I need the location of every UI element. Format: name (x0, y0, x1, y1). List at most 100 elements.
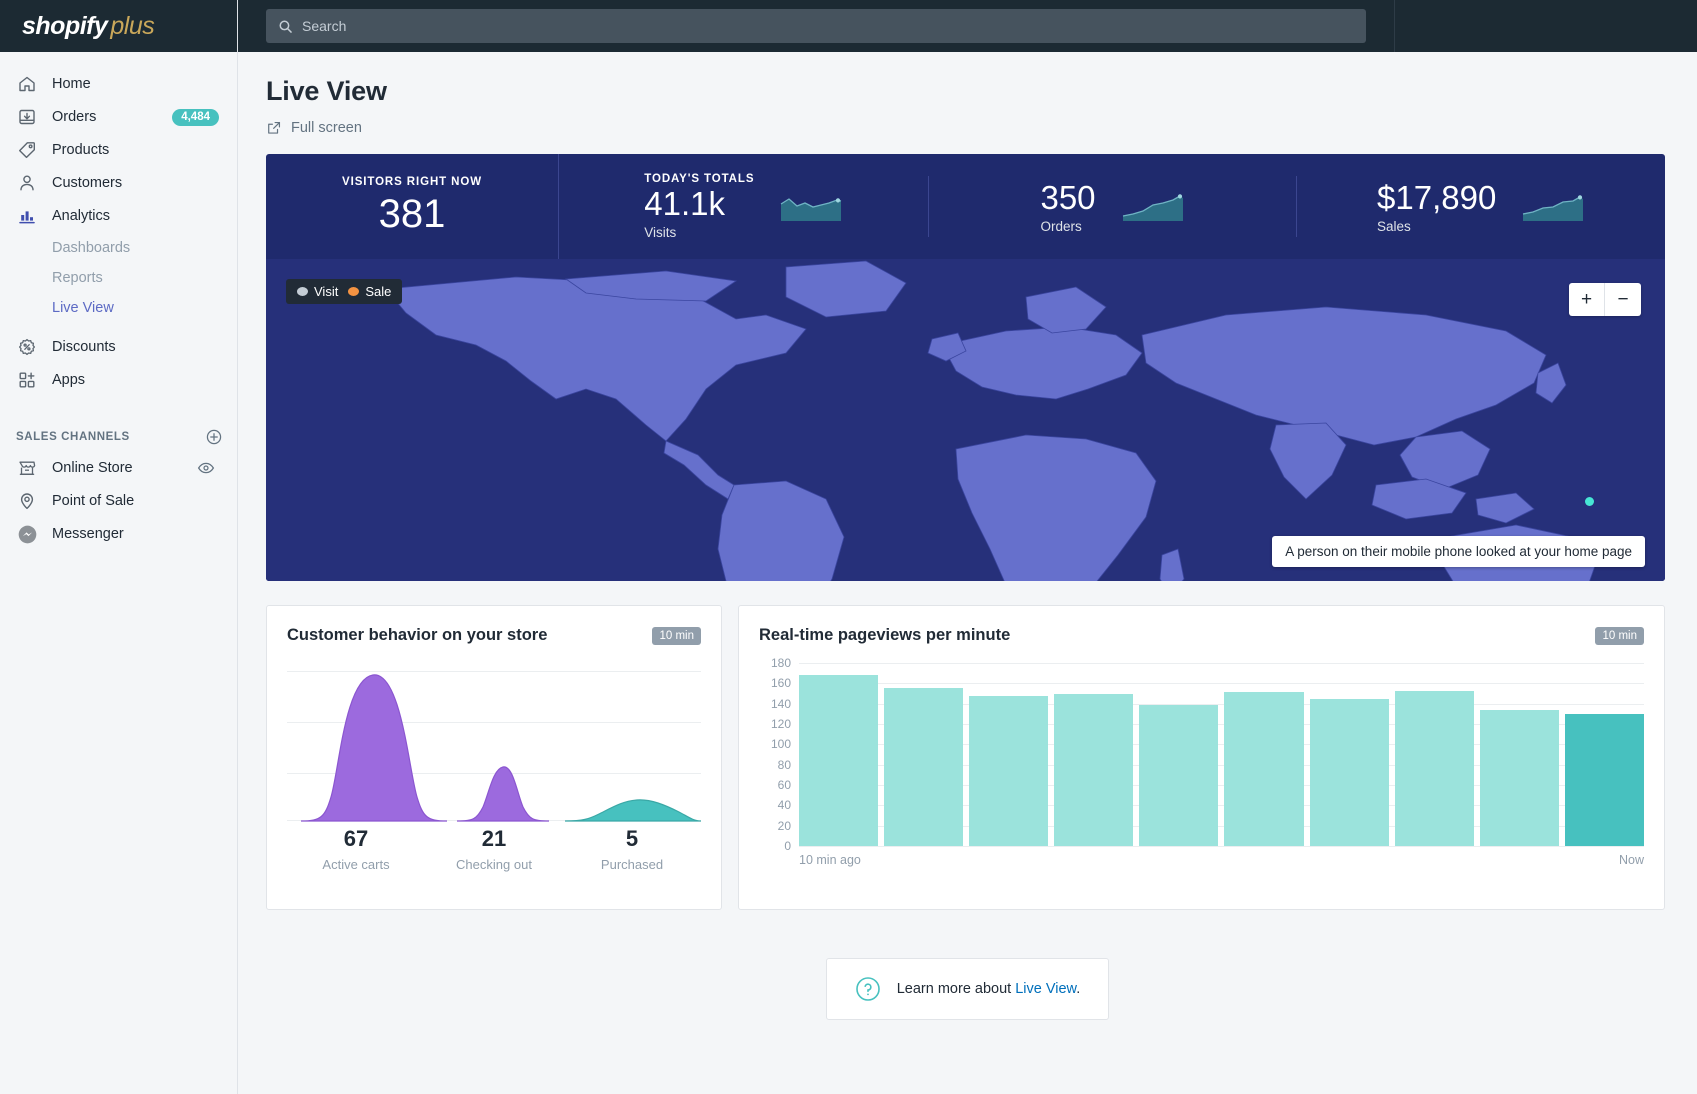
sidebar-subitem-reports[interactable]: Reports (8, 263, 229, 293)
pageviews-bar[interactable] (884, 688, 963, 846)
stat-label: Visits (644, 225, 676, 240)
stat-value: 41.1k (644, 187, 725, 222)
live-view-card: VISITORS RIGHT NOW 381 TODAY'S TOTALS 41… (266, 154, 1665, 581)
sidebar-item-label: Discounts (52, 339, 116, 355)
discount-icon (16, 336, 38, 358)
pageviews-bar[interactable] (969, 696, 1048, 846)
map-zoom-controls[interactable]: + − (1569, 283, 1641, 316)
pageviews-header: Real-time pageviews per minute 10 min (739, 606, 1664, 645)
stats-band: VISITORS RIGHT NOW 381 TODAY'S TOTALS 41… (266, 154, 1665, 259)
pageviews-chart: 180160140120100806040200 10 min ago Now (757, 663, 1644, 863)
pageviews-bar[interactable] (1224, 692, 1303, 846)
pageviews-bar[interactable] (799, 675, 878, 846)
pageviews-bar[interactable] (1139, 705, 1218, 846)
pageviews-bar[interactable] (1480, 710, 1559, 846)
live-view-link[interactable]: Live View (1015, 981, 1076, 997)
add-channel-icon[interactable] (205, 428, 223, 446)
store-icon (16, 457, 38, 479)
behavior-stat-label: Purchased (563, 857, 701, 872)
todays-totals-caption: TODAY'S TOTALS (644, 173, 754, 185)
sidebar-item-apps[interactable]: Apps (8, 364, 229, 396)
footer: Learn more about Live View. (266, 958, 1669, 1020)
behavior-stat-value: 67 (287, 826, 425, 852)
orders-badge: 4,484 (172, 109, 219, 126)
pageviews-bar[interactable] (1310, 699, 1389, 846)
customer-behavior-header: Customer behavior on your store 10 min (267, 606, 721, 645)
bar-chart-icon (16, 205, 38, 227)
zoom-in-button[interactable]: + (1569, 283, 1605, 316)
customer-behavior-card: Customer behavior on your store 10 min (266, 605, 722, 910)
sidebar-subitem-dashboards[interactable]: Dashboards (8, 233, 229, 263)
bottom-cards: Customer behavior on your store 10 min (266, 605, 1669, 910)
stat-orders: 350 Orders (928, 154, 1297, 259)
full-screen-button[interactable]: Full screen (266, 120, 1669, 136)
sidebar-item-online-store[interactable]: Online Store (8, 452, 229, 484)
y-axis-tick-label: 0 (784, 839, 791, 853)
y-axis-tick-label: 100 (771, 737, 791, 751)
legend-item-visit: Visit (297, 284, 338, 299)
behavior-area-graphic (287, 667, 703, 822)
visit-dot-icon (297, 287, 308, 296)
map-legend: Visit Sale (286, 279, 402, 304)
pageviews-bar[interactable] (1565, 714, 1644, 846)
location-pin-icon (16, 490, 38, 512)
card-title: Real-time pageviews per minute (759, 626, 1010, 645)
sidebar-item-discounts[interactable]: Discounts (8, 331, 229, 363)
sidebar-item-label: Home (52, 76, 91, 92)
sidebar-item-analytics[interactable]: Analytics (8, 200, 229, 232)
learn-more-banner: Learn more about Live View. (826, 958, 1110, 1020)
top-bar (238, 0, 1697, 52)
x-axis-end-label: Now (1619, 853, 1644, 867)
visitors-right-now: VISITORS RIGHT NOW 381 (266, 154, 559, 259)
behavior-stat-value: 21 (425, 826, 563, 852)
stat-sales: $17,890 Sales (1296, 154, 1665, 259)
sidebar-item-customers[interactable]: Customers (8, 167, 229, 199)
brand-suffix: plus (110, 12, 154, 41)
sidebar-item-orders[interactable]: Orders 4,484 (8, 101, 229, 133)
behavior-stat-label: Active carts (287, 857, 425, 872)
zoom-out-button[interactable]: − (1605, 283, 1641, 316)
y-axis-tick-label: 60 (778, 778, 791, 792)
sidebar-item-label: Messenger (52, 526, 124, 542)
search-icon (278, 19, 293, 34)
pageviews-card: Real-time pageviews per minute 10 min 18… (738, 605, 1665, 910)
sidebar-item-label: Analytics (52, 208, 110, 224)
y-axis-tick-label: 120 (771, 717, 791, 731)
legend-label: Sale (365, 284, 391, 299)
messenger-icon (16, 523, 38, 545)
pageviews-bar[interactable] (1054, 694, 1133, 847)
main-content: Live View Full screen VISITORS RIGHT NOW (238, 0, 1697, 1094)
customer-behavior-chart (287, 667, 701, 822)
sidebar-item-label: Customers (52, 175, 122, 191)
stat-label: Sales (1377, 219, 1411, 234)
sidebar-item-label: Products (52, 142, 109, 158)
orders-icon (16, 106, 38, 128)
search-bar[interactable] (266, 9, 1366, 43)
top-bar-right-region (1394, 0, 1697, 52)
eye-icon[interactable] (197, 459, 215, 477)
legend-item-sale: Sale (348, 284, 391, 299)
live-map[interactable]: Visit Sale + − A person on their mobile … (266, 259, 1665, 581)
sidebar-item-label: Point of Sale (52, 493, 134, 509)
sidebar-item-products[interactable]: Products (8, 134, 229, 166)
learn-more-text: Learn more about Live View. (897, 981, 1081, 997)
search-input[interactable] (302, 18, 1354, 34)
sidebar-item-label: Apps (52, 372, 85, 388)
sidebar-item-messenger[interactable]: Messenger (8, 518, 229, 550)
pageviews-x-axis: 10 min ago Now (799, 853, 1644, 867)
x-axis-start-label: 10 min ago (799, 853, 861, 867)
brand-logo[interactable]: shopify plus (0, 0, 237, 52)
y-axis-tick-label: 180 (771, 656, 791, 670)
map-activity-tooltip: A person on their mobile phone looked at… (1272, 536, 1645, 567)
sidebar-subitem-label: Dashboards (52, 240, 130, 256)
y-axis-tick-label: 40 (778, 798, 791, 812)
customer-behavior-stats: 67 Active carts 21 Checking out 5 Purcha… (287, 826, 701, 872)
map-activity-pin (1585, 497, 1594, 506)
pageviews-bar[interactable] (1395, 691, 1474, 846)
sidebar-item-point-of-sale[interactable]: Point of Sale (8, 485, 229, 517)
sidebar-subitem-live-view[interactable]: Live View (8, 293, 229, 323)
sales-channels-label: SALES CHANNELS (16, 431, 130, 443)
sidebar-item-home[interactable]: Home (8, 68, 229, 100)
learn-more-prefix: Learn more about (897, 981, 1016, 997)
sale-dot-icon (348, 287, 359, 296)
